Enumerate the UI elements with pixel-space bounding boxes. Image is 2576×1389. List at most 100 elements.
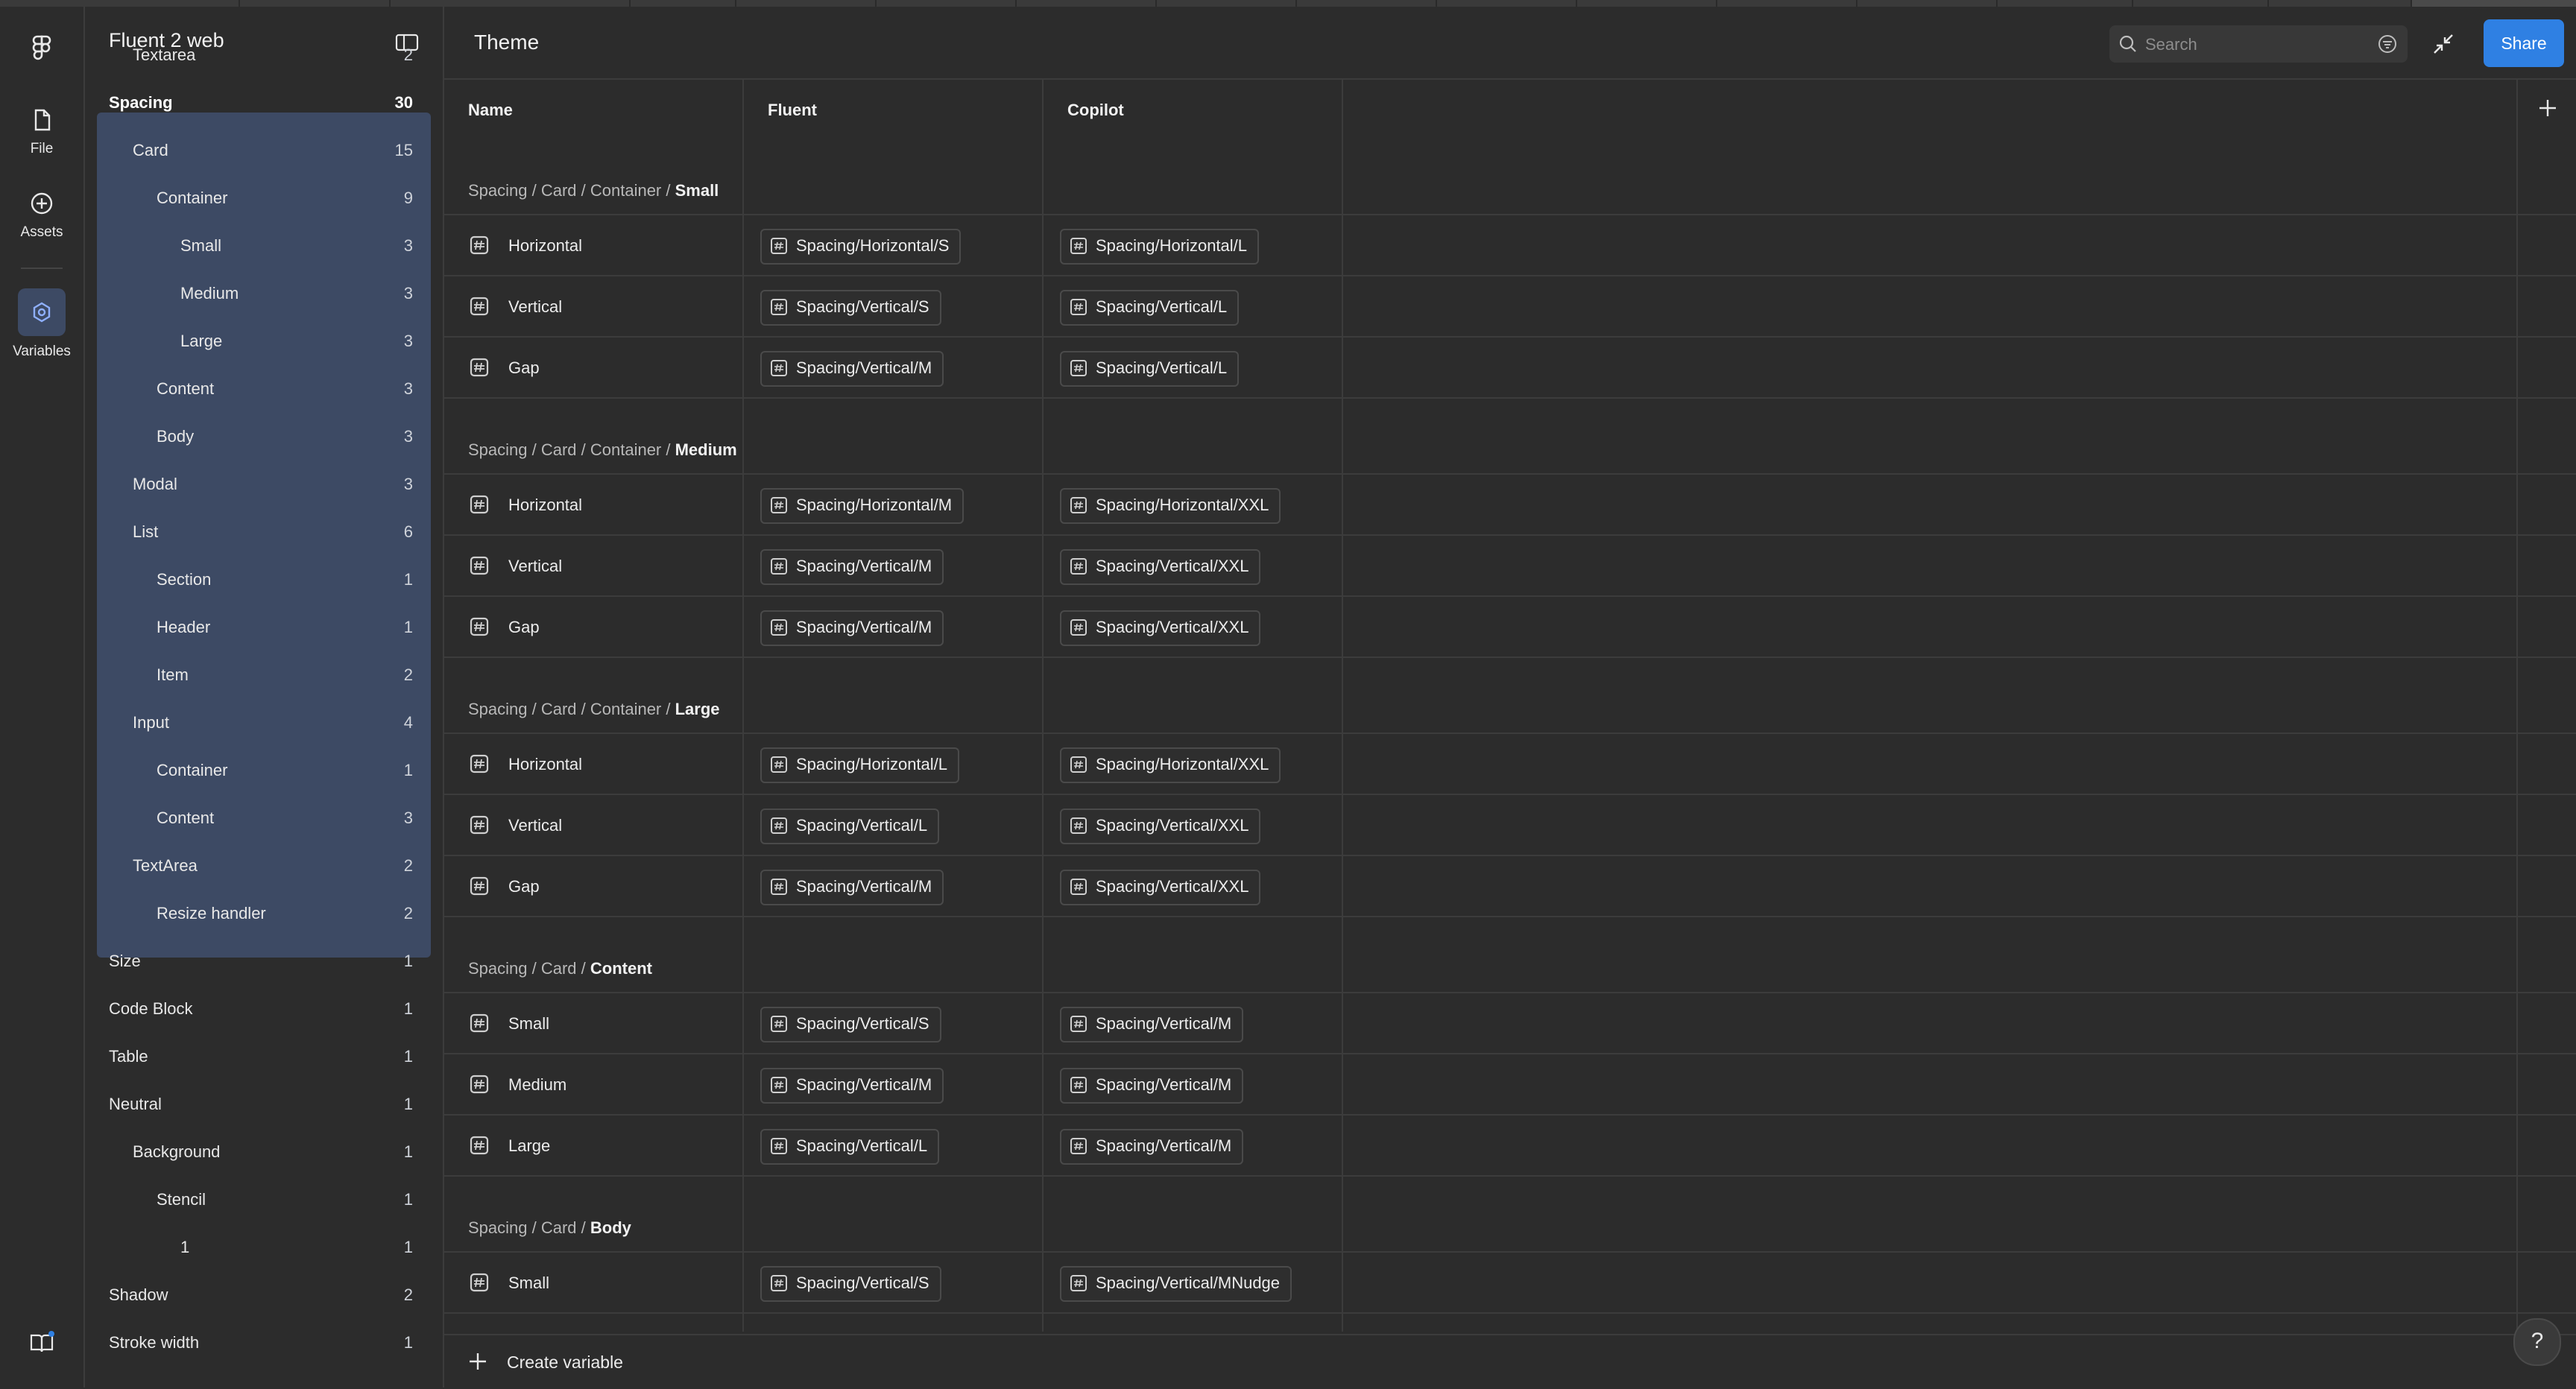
rail-file[interactable]: File — [0, 107, 83, 157]
table-row[interactable]: Large Spacing/Vertical/L Spacing/Vertical/… — [444, 1116, 2576, 1177]
alias-chip-fluent[interactable]: Spacing/Vertical/S — [760, 290, 941, 326]
sidebar-item[interactable]: Small 3 — [85, 221, 443, 269]
search-box[interactable]: Search — [2109, 25, 2408, 63]
alias-chip-copilot[interactable]: Spacing/Vertical/XXL — [1060, 610, 1261, 646]
table-row[interactable]: Gap Spacing/Vertical/M Spacing/Vertical/L — [444, 338, 2576, 399]
sidebar-item[interactable]: Container 1 — [85, 746, 443, 794]
sidebar-item[interactable]: Stencil 1 — [85, 1175, 443, 1223]
table-row[interactable]: Vertical Spacing/Vertical/L Spacing/Vertic… — [444, 795, 2576, 856]
alias-chip-fluent[interactable]: Spacing/Vertical/M — [760, 870, 944, 905]
variable-name[interactable]: Small — [508, 1273, 549, 1293]
table-row[interactable]: Gap Spacing/Vertical/M Spacing/Vertical/XX… — [444, 597, 2576, 658]
table-row[interactable]: Small Spacing/Vertical/S Spacing/Vertical/… — [444, 1253, 2576, 1314]
sidebar-item[interactable]: Content 3 — [85, 794, 443, 841]
variable-name[interactable]: Horizontal — [508, 236, 582, 256]
variable-name[interactable]: Vertical — [508, 816, 562, 835]
sidebar-item[interactable]: Stroke width 1 — [85, 1318, 443, 1366]
column-header-name[interactable]: Name — [468, 101, 513, 120]
alias-chip-fluent[interactable]: Spacing/Vertical/L — [760, 1129, 940, 1165]
rail-variables[interactable]: Variables — [0, 288, 83, 360]
sidebar-item[interactable]: Content 3 — [85, 364, 443, 412]
column-header-copilot[interactable]: Copilot — [1067, 101, 1124, 120]
alias-chip-fluent[interactable]: Spacing/Vertical/M — [760, 1068, 944, 1104]
search-input[interactable]: Search — [2145, 35, 2197, 54]
sidebar-item[interactable]: Size 1 — [85, 937, 443, 984]
sidebar-item[interactable]: List 6 — [85, 507, 443, 555]
table-row[interactable]: Horizontal Spacing/Horizontal/M Spacing/Ho… — [444, 475, 2576, 536]
table-row[interactable]: Horizontal Spacing/Horizontal/S Spacing/Ho… — [444, 215, 2576, 276]
create-variable-button[interactable]: Create variable — [507, 1352, 623, 1373]
alias-chip-copilot[interactable]: Spacing/Vertical/XXL — [1060, 549, 1261, 585]
variable-name[interactable]: Gap — [508, 877, 540, 896]
alias-chip-fluent[interactable]: Spacing/Vertical/M — [760, 351, 944, 387]
alias-chip-copilot[interactable]: Spacing/Horizontal/XXL — [1060, 488, 1281, 524]
sidebar-item[interactable]: Neutral 1 — [85, 1080, 443, 1127]
alias-chip-fluent[interactable]: Spacing/Vertical/S — [760, 1007, 941, 1042]
alias-chip-fluent[interactable]: Spacing/Horizontal/S — [760, 229, 962, 265]
sidebar-item[interactable]: Item 2 — [85, 651, 443, 698]
variable-name[interactable]: Small — [508, 1014, 549, 1034]
variable-name[interactable]: Vertical — [508, 557, 562, 576]
sidebar-item[interactable]: Container 9 — [85, 174, 443, 221]
alias-chip-fluent[interactable]: Spacing/Vertical/M — [760, 549, 944, 585]
alias-chip-copilot[interactable]: Spacing/Vertical/L — [1060, 351, 1240, 387]
sidebar-item[interactable]: Modal 3 — [85, 460, 443, 507]
number-variable-icon — [470, 815, 489, 835]
rail-variables-label: Variables — [13, 344, 71, 359]
alias-chip-copilot[interactable]: Spacing/Horizontal/XXL — [1060, 747, 1281, 783]
sidebar-item[interactable]: 11 — [85, 1223, 443, 1271]
sidebar-item[interactable]: Shadow 2 — [85, 1271, 443, 1318]
add-mode-icon[interactable] — [2536, 96, 2560, 120]
alias-chip-copilot[interactable]: Spacing/Vertical/XXL — [1060, 809, 1261, 844]
variable-name[interactable]: Vertical — [508, 297, 562, 317]
table-row[interactable]: Gap Spacing/Vertical/M Spacing/Vertical/XX… — [444, 856, 2576, 917]
table-row[interactable]: Vertical Spacing/Vertical/M Spacing/Vertic… — [444, 536, 2576, 597]
alias-chip-copilot[interactable]: Spacing/Horizontal/L — [1060, 229, 1260, 265]
alias-chip-copilot[interactable]: Spacing/Vertical/MNudge — [1060, 1266, 1292, 1302]
variables-button[interactable] — [18, 288, 66, 336]
collapse-icon[interactable] — [2430, 31, 2457, 57]
column-header-fluent[interactable]: Fluent — [768, 101, 817, 120]
variable-name[interactable]: Gap — [508, 358, 540, 378]
sidebar-item[interactable]: TextArea 2 — [85, 841, 443, 889]
sidebar-item[interactable]: Section 1 — [85, 555, 443, 603]
share-button[interactable]: Share — [2484, 19, 2564, 67]
book-icon[interactable] — [28, 1329, 55, 1356]
sidebar-item[interactable]: Card 15 — [85, 126, 443, 174]
table-row[interactable]: Vertical Spacing/Vertical/S Spacing/Vertic… — [444, 276, 2576, 338]
sidebar-item[interactable]: Input 4 — [85, 698, 443, 746]
alias-chip-fluent[interactable]: Spacing/Vertical/S — [760, 1266, 941, 1302]
table-row[interactable]: Small Spacing/Vertical/S Spacing/Vertical/… — [444, 993, 2576, 1054]
alias-chip-copilot[interactable]: Spacing/Vertical/L — [1060, 290, 1240, 326]
plus-icon[interactable] — [467, 1350, 489, 1373]
alias-chip-fluent[interactable]: Spacing/Horizontal/M — [760, 488, 965, 524]
sidebar-item[interactable]: Resize handler 2 — [85, 889, 443, 937]
alias-chip-fluent[interactable]: Spacing/Horizontal/L — [760, 747, 960, 783]
variable-name[interactable]: Gap — [508, 618, 540, 637]
table-row[interactable]: Horizontal Spacing/Horizontal/L Spacing/Ho… — [444, 734, 2576, 795]
alias-chip-fluent[interactable]: Spacing/Vertical/M — [760, 610, 944, 646]
alias-chip-copilot[interactable]: Spacing/Vertical/XXL — [1060, 870, 1261, 905]
sidebar-item[interactable]: Code Block 1 — [85, 984, 443, 1032]
variable-name[interactable]: Horizontal — [508, 496, 582, 515]
variable-name[interactable]: Medium — [508, 1075, 566, 1095]
alias-chip-fluent[interactable]: Spacing/Vertical/L — [760, 809, 940, 844]
variable-name[interactable]: Horizontal — [508, 755, 582, 774]
filter-icon[interactable] — [2378, 34, 2397, 54]
alias-chip-copilot[interactable]: Spacing/Vertical/M — [1060, 1007, 1244, 1042]
sidebar-item[interactable]: Large 3 — [85, 317, 443, 364]
sidebar-item[interactable]: Medium 3 — [85, 269, 443, 317]
sidebar-item[interactable]: Background 1 — [85, 1127, 443, 1175]
sidebar-item[interactable]: Textarea 2 — [85, 31, 443, 78]
help-button[interactable]: ? — [2513, 1318, 2561, 1366]
sidebar-item[interactable]: Header 1 — [85, 603, 443, 651]
figma-logo-icon[interactable] — [27, 34, 57, 63]
sidebar-item[interactable]: Body 3 — [85, 412, 443, 460]
sidebar-item[interactable]: Table 1 — [85, 1032, 443, 1080]
alias-chip-copilot[interactable]: Spacing/Vertical/M — [1060, 1129, 1244, 1165]
sidebar-item[interactable]: Spacing 30 — [85, 78, 443, 126]
rail-assets[interactable]: Assets — [0, 190, 83, 241]
alias-chip-copilot[interactable]: Spacing/Vertical/M — [1060, 1068, 1244, 1104]
table-row[interactable]: Medium Spacing/Vertical/M Spacing/Vertical… — [444, 1054, 2576, 1116]
variable-name[interactable]: Large — [508, 1136, 550, 1156]
